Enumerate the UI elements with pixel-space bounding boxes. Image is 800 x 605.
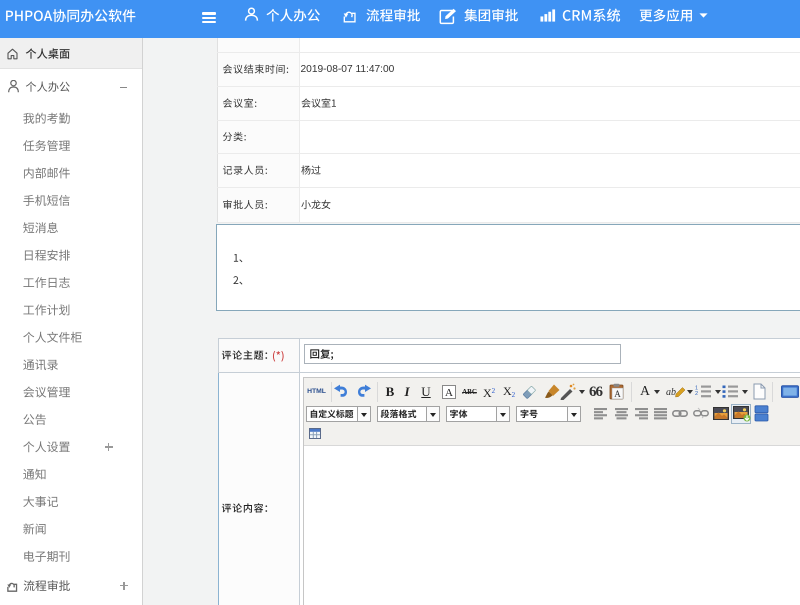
svg-text:ab: ab [666, 387, 676, 398]
svg-text:A: A [614, 389, 621, 399]
svg-text:A: A [445, 387, 453, 399]
svg-text:2: 2 [695, 391, 698, 397]
